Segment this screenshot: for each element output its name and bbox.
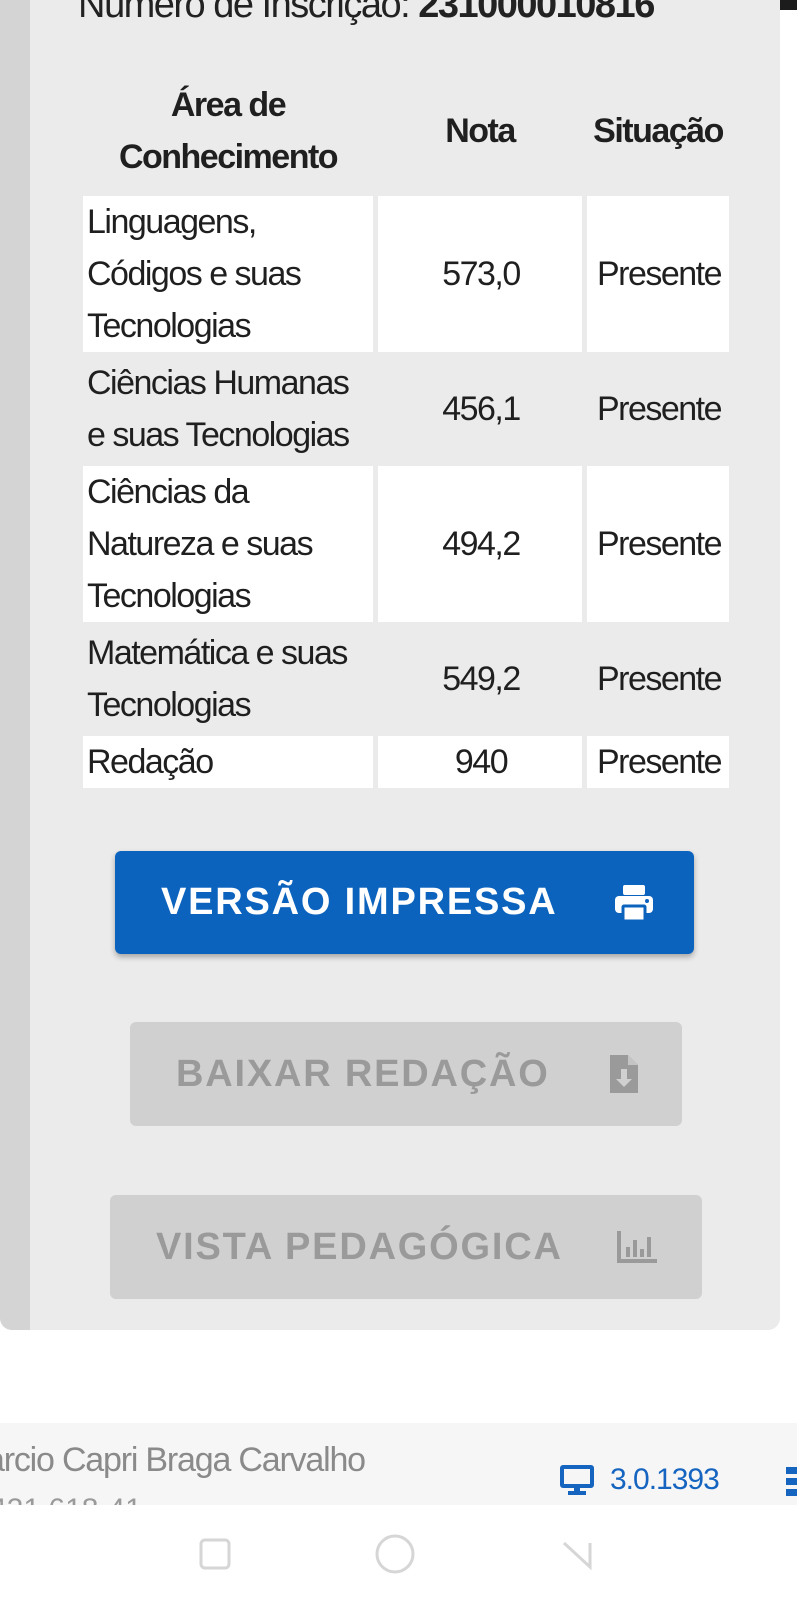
- cell-nota: 573,0: [378, 196, 582, 352]
- android-nav-bar: [0, 1505, 797, 1600]
- user-cpf: 421.618-41: [0, 1493, 142, 1505]
- header-area: Área de Conhecimento: [118, 86, 339, 176]
- cell-nota: 549,2: [378, 627, 582, 731]
- cell-area: Matemática e suas Tecnologias: [83, 627, 373, 731]
- cell-situacao: Presente: [587, 627, 729, 731]
- versao-impressa-button[interactable]: VERSÃO IMPRESSA: [115, 851, 694, 954]
- inscricao-value: 231000010816: [418, 0, 655, 26]
- version-info: 3.0.1393: [560, 1463, 720, 1497]
- card-left-border: [0, 0, 30, 1330]
- results-table: Área de Conhecimento Nota Situação Lingu…: [78, 74, 734, 793]
- vista-pedagogica-label: VISTA PEDAGÓGICA: [156, 1225, 563, 1268]
- vista-pedagogica-button[interactable]: VISTA PEDAGÓGICA: [110, 1195, 702, 1299]
- inscricao-label: Número de Inscrição:: [78, 0, 411, 26]
- table-row: Matemática e suas Tecnologias 549,2 Pres…: [83, 627, 729, 731]
- baixar-redacao-label: BAIXAR REDAÇÃO: [176, 1052, 550, 1095]
- recent-apps-icon[interactable]: [198, 1537, 232, 1576]
- baixar-redacao-button[interactable]: BAIXAR REDAÇÃO: [130, 1022, 682, 1126]
- versao-impressa-label: VERSÃO IMPRESSA: [161, 881, 558, 923]
- inscricao-line: Número de Inscrição: 231000010816: [78, 0, 655, 27]
- file-download-icon: [608, 1055, 638, 1093]
- cell-area: Linguagens, Códigos e suas Tecnologias: [83, 196, 373, 352]
- bar-chart-icon: [616, 1231, 657, 1263]
- user-name: arcio Capri Braga Carvalho: [0, 1441, 366, 1479]
- cell-nota: 940: [378, 736, 582, 788]
- back-icon[interactable]: [560, 1537, 594, 1576]
- home-icon[interactable]: [374, 1533, 416, 1580]
- cell-nota: 456,1: [378, 357, 582, 461]
- table-row: Linguagens, Códigos e suas Tecnologias 5…: [83, 196, 729, 352]
- header-situacao: Situação: [593, 112, 724, 150]
- cell-area: Redação: [83, 736, 373, 788]
- version-number: 3.0.1393: [610, 1463, 720, 1496]
- monitor-icon: [560, 1465, 594, 1495]
- table-row: Ciências da Natureza e suas Tecnologias …: [83, 466, 729, 622]
- cell-situacao: Presente: [587, 196, 729, 352]
- cell-situacao: Presente: [587, 357, 729, 461]
- cell-situacao: Presente: [587, 736, 729, 788]
- printer-icon: [614, 884, 654, 922]
- header-nota: Nota: [445, 112, 516, 150]
- results-card: Número de Inscrição: 231000010816 Área d…: [0, 0, 780, 1330]
- table-row: Ciências Humanas e suas Tecnologias 456,…: [83, 357, 729, 461]
- cell-situacao: Presente: [587, 466, 729, 622]
- cell-nota: 494,2: [378, 466, 582, 622]
- footer-bar: arcio Capri Braga Carvalho 421.618-41 3.…: [0, 1423, 797, 1505]
- table-row: Redação 940 Presente: [83, 736, 729, 788]
- cell-area: Ciências da Natureza e suas Tecnologias: [83, 466, 373, 622]
- menu-icon[interactable]: [786, 1467, 797, 1502]
- cell-area: Ciências Humanas e suas Tecnologias: [83, 357, 373, 461]
